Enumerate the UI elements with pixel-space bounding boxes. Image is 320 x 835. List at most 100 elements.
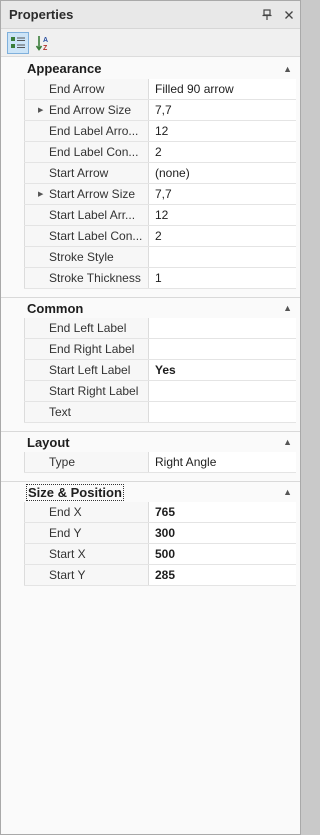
category-header[interactable]: Common ▲: [1, 297, 300, 318]
property-name-text: Start Label Arr...: [49, 208, 136, 222]
property-row[interactable]: End Y 300: [24, 523, 296, 544]
property-row[interactable]: Type Right Angle: [24, 452, 296, 473]
property-name-text: End Label Con...: [49, 145, 139, 159]
property-name-text: Stroke Style: [49, 250, 114, 264]
category-spacer: [1, 423, 300, 431]
category-header[interactable]: Appearance ▲: [1, 58, 300, 79]
property-name: ▶ Start Arrow Size: [24, 184, 149, 204]
category-spacer: [1, 289, 300, 297]
collapse-chevron-icon[interactable]: ▲: [283, 487, 292, 497]
property-value[interactable]: [149, 402, 296, 422]
category-spacer: [1, 473, 300, 481]
property-row[interactable]: End X 765: [24, 502, 296, 523]
sort-az-icon[interactable]: A Z: [33, 32, 55, 54]
properties-panel: Properties A Z Appearance ▲ End Arrow Fi…: [0, 0, 301, 835]
categorized-icon[interactable]: [7, 31, 29, 54]
property-row[interactable]: ▶ Start Arrow Size 7,7: [24, 184, 296, 205]
property-name: End Y: [24, 523, 149, 543]
property-row[interactable]: Start Left Label Yes: [24, 360, 296, 381]
collapse-chevron-icon[interactable]: ▲: [283, 303, 292, 313]
close-icon[interactable]: [278, 4, 300, 26]
property-name: Start Label Arr...: [24, 205, 149, 225]
property-value[interactable]: 300: [149, 523, 296, 543]
pin-icon[interactable]: [256, 4, 278, 26]
property-row[interactable]: Stroke Thickness 1: [24, 268, 296, 289]
property-name-text: Start Arrow: [49, 166, 109, 180]
property-row[interactable]: Start Arrow (none): [24, 163, 296, 184]
property-row[interactable]: Start Right Label: [24, 381, 296, 402]
property-name: Start Left Label: [24, 360, 149, 380]
property-value[interactable]: 1: [149, 268, 296, 288]
property-row[interactable]: ▶ End Arrow Size 7,7: [24, 100, 296, 121]
svg-text:A: A: [43, 37, 48, 44]
property-name: End X: [24, 502, 149, 522]
property-row[interactable]: Start Label Con... 2: [24, 226, 296, 247]
property-name-text: Type: [49, 455, 76, 469]
category-label: Common: [27, 300, 84, 316]
property-row[interactable]: Stroke Style: [24, 247, 296, 268]
category-header[interactable]: Size & Position ▲: [1, 481, 300, 502]
property-name-text: Start Arrow Size: [49, 187, 136, 201]
property-value[interactable]: [149, 247, 296, 267]
property-value[interactable]: [149, 381, 296, 401]
property-name-text: Start Right Label: [49, 384, 139, 398]
property-name: Start Arrow: [24, 163, 149, 183]
property-row[interactable]: End Left Label: [24, 318, 296, 339]
property-name-text: Start Label Con...: [49, 229, 143, 243]
property-value[interactable]: 765: [149, 502, 296, 522]
svg-text:Z: Z: [43, 45, 48, 52]
property-value[interactable]: 12: [149, 121, 296, 141]
property-name: ▶ End Arrow Size: [24, 100, 149, 120]
property-value[interactable]: 7,7: [149, 184, 296, 204]
expand-arrow-icon[interactable]: ▶: [38, 106, 43, 114]
property-name-text: Stroke Thickness: [49, 271, 141, 285]
category-label: Appearance: [27, 61, 102, 76]
property-value[interactable]: Yes: [149, 360, 296, 380]
property-value[interactable]: 2: [149, 142, 296, 162]
panel-titlebar: Properties: [1, 1, 300, 29]
property-name-text: End X: [49, 505, 82, 519]
category-label: Size & Position: [26, 483, 124, 501]
category-label: Layout: [27, 434, 70, 450]
property-name: Start X: [24, 544, 149, 564]
property-name-text: Start Left Label: [49, 363, 131, 377]
property-value[interactable]: [149, 318, 296, 338]
property-name: Start Label Con...: [24, 226, 149, 246]
property-name-text: End Left Label: [49, 321, 127, 335]
property-name-text: End Label Arro...: [49, 124, 139, 138]
property-name-text: End Arrow Size: [49, 103, 132, 117]
property-value[interactable]: (none): [149, 163, 296, 183]
property-name: Start Right Label: [24, 381, 149, 401]
property-row[interactable]: End Label Con... 2: [24, 142, 296, 163]
collapse-chevron-icon[interactable]: ▲: [283, 64, 292, 74]
property-value[interactable]: 285: [149, 565, 296, 585]
property-row[interactable]: Text: [24, 402, 296, 423]
property-name: Stroke Thickness: [24, 268, 149, 288]
property-name-text: Start X: [49, 547, 86, 561]
property-name: Text: [24, 402, 149, 422]
property-row[interactable]: End Right Label: [24, 339, 296, 360]
property-value[interactable]: 2: [149, 226, 296, 246]
property-value[interactable]: Filled 90 arrow: [149, 79, 296, 99]
category-header[interactable]: Layout ▲: [1, 431, 300, 452]
property-name-text: End Y: [49, 526, 82, 540]
property-row[interactable]: Start Y 285: [24, 565, 296, 586]
property-name: End Arrow: [24, 79, 149, 99]
property-row[interactable]: Start Label Arr... 12: [24, 205, 296, 226]
property-name-text: End Arrow: [49, 82, 105, 96]
collapse-chevron-icon[interactable]: ▲: [283, 437, 292, 447]
property-row[interactable]: End Label Arro... 12: [24, 121, 296, 142]
property-name: Stroke Style: [24, 247, 149, 267]
property-name-text: Text: [49, 405, 72, 419]
panel-title: Properties: [9, 7, 74, 22]
property-value[interactable]: 500: [149, 544, 296, 564]
property-row[interactable]: End Arrow Filled 90 arrow: [24, 79, 296, 100]
expand-arrow-icon[interactable]: ▶: [38, 190, 43, 198]
property-name: End Label Arro...: [24, 121, 149, 141]
property-value[interactable]: Right Angle: [149, 452, 296, 472]
property-value[interactable]: 12: [149, 205, 296, 225]
property-value[interactable]: 7,7: [149, 100, 296, 120]
property-value[interactable]: [149, 339, 296, 359]
property-row[interactable]: Start X 500: [24, 544, 296, 565]
property-name-text: Start Y: [49, 568, 86, 582]
